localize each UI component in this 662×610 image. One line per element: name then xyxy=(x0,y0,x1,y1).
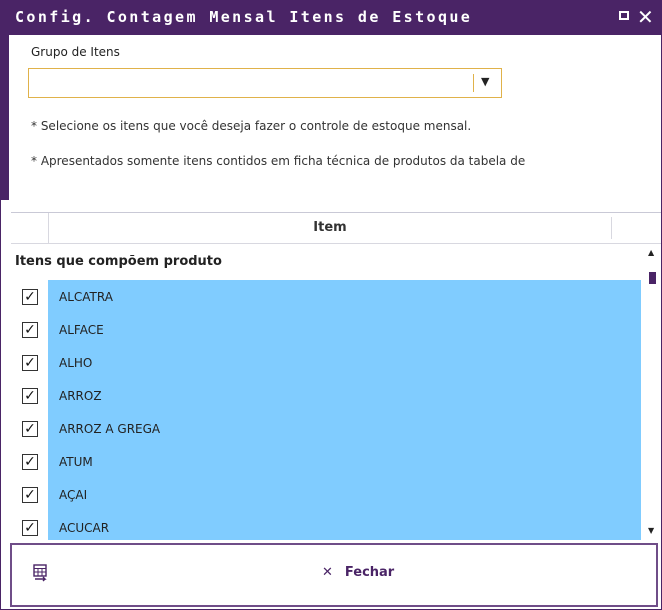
row-label: ATUM xyxy=(59,455,93,469)
row-label: ALFACE xyxy=(59,323,104,337)
restore-window-icon[interactable] xyxy=(619,11,629,20)
export-excel-icon[interactable] xyxy=(32,564,48,582)
checkbox-cell: ✓ xyxy=(11,478,48,512)
group-row-title: Itens que compõem produto xyxy=(11,244,643,280)
checkbox-cell: ✓ xyxy=(11,379,48,413)
scroll-up-icon[interactable]: ▲ xyxy=(648,248,654,257)
row-checkbox[interactable]: ✓ xyxy=(22,454,38,470)
close-button[interactable]: ✕ Fechar xyxy=(322,565,394,580)
checkbox-cell: ✓ xyxy=(11,313,48,347)
note-items-shown: * Apresentados somente itens contidos em… xyxy=(31,154,526,168)
table-row[interactable]: ✓ ALHO xyxy=(11,346,641,380)
dropdown-arrow-icon[interactable]: ▼ xyxy=(481,75,489,88)
row-checkbox[interactable]: ✓ xyxy=(22,355,38,371)
left-border-accent xyxy=(1,35,9,200)
checkbox-cell: ✓ xyxy=(11,445,48,479)
table-row[interactable]: ✓ ARROZ A GREGA xyxy=(11,412,641,446)
note-select-items: * Selecione os itens que você deseja faz… xyxy=(31,119,472,133)
row-label: AÇAI xyxy=(59,488,88,502)
close-button-label: Fechar xyxy=(344,565,395,580)
table-row[interactable]: ✓ ARROZ xyxy=(11,379,641,413)
row-checkbox[interactable]: ✓ xyxy=(22,322,38,338)
checkbox-cell: ✓ xyxy=(11,412,48,446)
dialog-footer: ✕ Fechar xyxy=(10,543,658,607)
row-label: ALHO xyxy=(59,356,93,370)
group-input[interactable] xyxy=(29,69,471,97)
table-row[interactable]: ✓ ALCATRA xyxy=(11,280,641,314)
row-label: ALCATRA xyxy=(59,290,113,304)
row-checkbox[interactable]: ✓ xyxy=(22,520,38,536)
group-combobox[interactable]: ▼ xyxy=(28,68,502,98)
scroll-down-icon[interactable]: ▼ xyxy=(648,526,654,535)
grid-rows: ✓ ALCATRA ✓ ALFACE ✓ ALHO ✓ ARROZ ✓ ARRO… xyxy=(11,280,641,540)
combo-separator xyxy=(473,74,474,92)
table-row[interactable]: ✓ ATUM xyxy=(11,445,641,479)
dialog-window: Config. Contagem Mensal Itens de Estoque… xyxy=(0,0,662,610)
vertical-scrollbar[interactable]: ▲ ▼ xyxy=(645,244,661,540)
checkbox-column-header xyxy=(11,213,49,243)
items-grid: Item Itens que compõem produto ✓ ALCATRA… xyxy=(11,212,661,540)
checkbox-cell: ✓ xyxy=(11,280,48,314)
checkbox-cell: ✓ xyxy=(11,511,48,540)
title-bar[interactable]: Config. Contagem Mensal Itens de Estoque… xyxy=(1,1,661,35)
scroll-thumb[interactable] xyxy=(649,272,656,284)
row-label: ACUCAR xyxy=(59,521,110,535)
grid-header: Item xyxy=(11,213,661,244)
row-label: ARROZ A GREGA xyxy=(59,422,161,436)
close-x-icon: ✕ xyxy=(322,565,333,580)
table-row[interactable]: ✓ ACUCAR xyxy=(11,511,641,540)
row-checkbox[interactable]: ✓ xyxy=(22,388,38,404)
row-label: ARROZ xyxy=(59,389,102,403)
group-label: Grupo de Itens xyxy=(31,45,120,59)
row-checkbox[interactable]: ✓ xyxy=(22,289,38,305)
window-title: Config. Contagem Mensal Itens de Estoque xyxy=(15,8,473,26)
column-separator xyxy=(611,217,612,239)
row-checkbox[interactable]: ✓ xyxy=(22,487,38,503)
table-row[interactable]: ✓ ALFACE xyxy=(11,313,641,347)
close-icon[interactable]: ✕ xyxy=(637,5,654,29)
row-checkbox[interactable]: ✓ xyxy=(22,421,38,437)
checkbox-cell: ✓ xyxy=(11,346,48,380)
column-header-item[interactable]: Item xyxy=(49,213,611,243)
table-row[interactable]: ✓ AÇAI xyxy=(11,478,641,512)
